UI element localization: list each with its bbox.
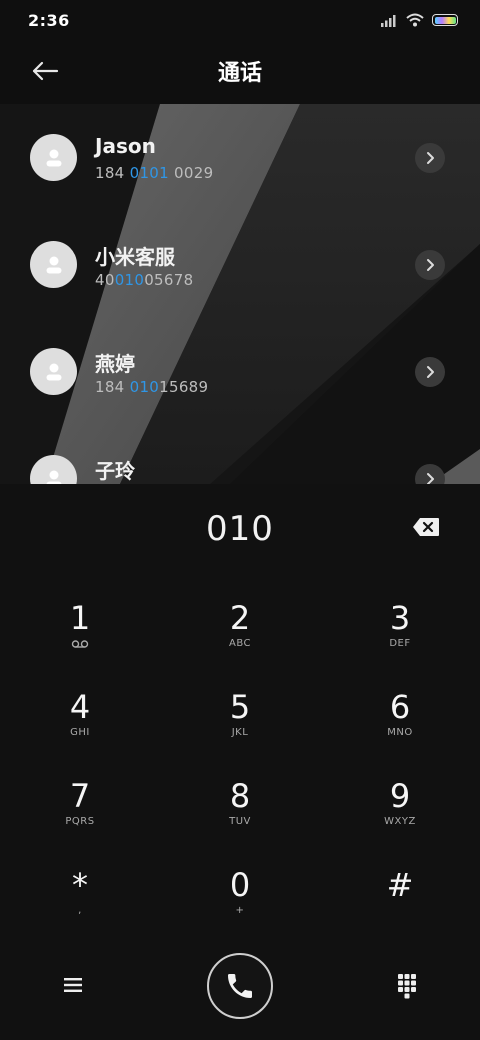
person-icon: [46, 363, 61, 380]
backspace-icon: [413, 518, 439, 536]
page-title: 通话: [217, 61, 262, 86]
status-time: 2:36: [28, 10, 70, 30]
person-icon: [46, 256, 61, 273]
battery-icon: [432, 14, 458, 26]
wifi-icon: [406, 13, 424, 27]
contact-number: 184 0101 0029: [95, 164, 213, 182]
key-letters: MNO: [387, 727, 413, 738]
signal-icon: [381, 15, 396, 27]
battery-fill: [434, 16, 456, 24]
status-bar: 2:36: [0, 0, 480, 40]
avatar: [30, 348, 77, 395]
contact-name: 小米客服: [95, 245, 175, 269]
key-5[interactable]: 5 JKL: [180, 685, 300, 765]
person-icon: [46, 470, 61, 484]
key-0[interactable]: 0 +: [180, 863, 300, 943]
keypad-icon: [398, 974, 416, 999]
number-match: 010: [114, 271, 145, 289]
chevron-right-icon: [427, 259, 434, 271]
contact-detail-button[interactable]: [415, 143, 445, 173]
key-star[interactable]: * ,: [20, 863, 140, 943]
key-8[interactable]: 8 TUV: [180, 774, 300, 854]
back-button[interactable]: [28, 56, 62, 86]
key-digit: #: [386, 866, 414, 904]
avatar: [30, 241, 77, 288]
key-digit: 3: [389, 599, 411, 637]
chevron-right-icon: [427, 152, 434, 164]
keypad-toggle-button[interactable]: [392, 970, 422, 1002]
avatar: [30, 455, 77, 484]
key-digit: 9: [389, 777, 411, 815]
key-digit: 8: [229, 777, 251, 815]
key-hash[interactable]: #: [340, 863, 460, 943]
key-letters: DEF: [389, 638, 411, 649]
contact-name: Jason: [95, 134, 156, 158]
key-letters: TUV: [229, 816, 251, 827]
backspace-button[interactable]: [410, 514, 442, 540]
contact-name: 燕婷: [95, 352, 135, 376]
voicemail-icon: [71, 640, 89, 648]
key-digit: 0: [229, 866, 251, 904]
key-letters: JKL: [231, 727, 249, 738]
key-7[interactable]: 7 PQRS: [20, 774, 140, 854]
key-letters: PQRS: [65, 816, 95, 827]
status-icons: [380, 13, 458, 27]
phone-icon: [228, 974, 252, 998]
number-suffix: 05678: [144, 271, 194, 289]
key-digit: 6: [389, 688, 411, 726]
contact-detail-button[interactable]: [415, 464, 445, 484]
number-match: 010: [129, 378, 160, 396]
number-prefix: 184: [95, 164, 130, 182]
key-digit: 5: [229, 688, 251, 726]
number-prefix: 40: [95, 271, 115, 289]
key-letters: ,: [78, 905, 82, 916]
key-9[interactable]: 9 WXYZ: [340, 774, 460, 854]
number-match: 0101: [129, 164, 169, 182]
dial-input[interactable]: 010: [0, 504, 480, 554]
key-digit: 2: [229, 599, 251, 637]
result-row[interactable]: 小米客服 4001005678: [0, 211, 480, 311]
avatar: [30, 134, 77, 181]
call-button[interactable]: [207, 953, 273, 1019]
result-row[interactable]: Jason 184 0101 0029: [0, 104, 480, 204]
chevron-right-icon: [427, 473, 434, 484]
number-suffix: 15689: [159, 378, 209, 396]
number-prefix: 184: [95, 378, 130, 396]
key-digit: 7: [69, 777, 91, 815]
hamburger-menu-icon: [64, 978, 82, 992]
header: 通话: [0, 40, 480, 102]
key-6[interactable]: 6 MNO: [340, 685, 460, 765]
chevron-right-icon: [427, 366, 434, 378]
phone-screen: 2:36 通话 Jason 184 0101 0029 小米客服 4001005…: [0, 0, 480, 1040]
key-digit: 4: [69, 688, 91, 726]
key-2[interactable]: 2 ABC: [180, 596, 300, 676]
contact-name: 子玲: [95, 459, 135, 483]
key-letters: ABC: [228, 638, 251, 649]
key-letters: +: [235, 905, 245, 916]
key-1[interactable]: 1: [20, 596, 140, 676]
key-letters: GHI: [70, 727, 90, 738]
result-row[interactable]: 燕婷 184 01015689: [0, 318, 480, 418]
menu-button[interactable]: [58, 970, 88, 1000]
key-letters: WXYZ: [384, 816, 416, 827]
contact-number: 4001005678: [95, 271, 193, 289]
key-digit: 1: [69, 599, 91, 637]
person-icon: [46, 149, 61, 166]
arrow-left-icon: [32, 61, 59, 81]
contact-detail-button[interactable]: [415, 250, 445, 280]
result-row[interactable]: 子玲: [0, 425, 480, 484]
bottom-action-bar: [0, 950, 480, 1040]
key-3[interactable]: 3 DEF: [340, 596, 460, 676]
contact-number: 184 01015689: [95, 378, 208, 396]
key-digit: *: [72, 866, 88, 904]
contact-detail-button[interactable]: [415, 357, 445, 387]
search-results: Jason 184 0101 0029 小米客服 4001005678 燕婷 1…: [0, 104, 480, 484]
number-suffix: 0029: [168, 164, 214, 182]
key-4[interactable]: 4 GHI: [20, 685, 140, 765]
